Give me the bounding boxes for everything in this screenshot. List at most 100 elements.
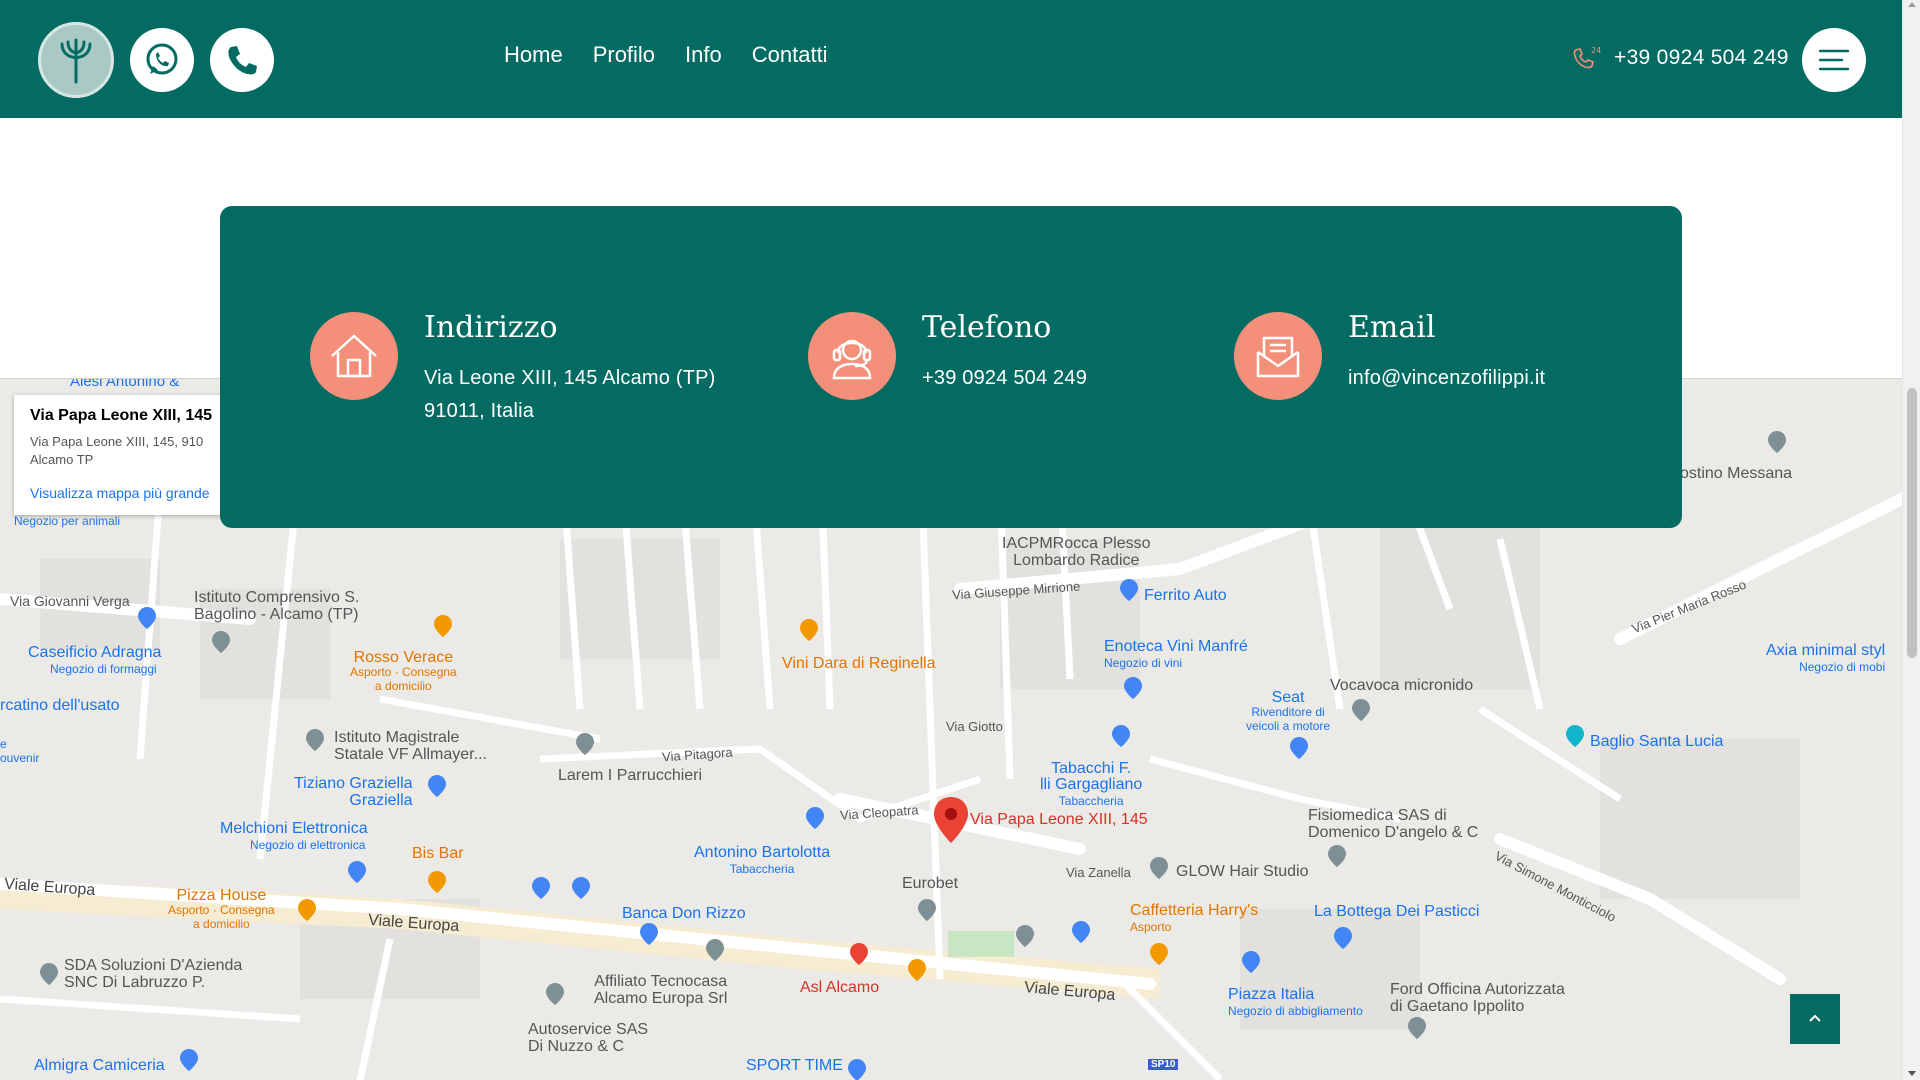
map-pin-icon[interactable] (434, 615, 452, 637)
map-pin-icon[interactable] (1072, 921, 1090, 943)
map-pin-icon[interactable] (640, 923, 658, 945)
map-label[interactable]: Piazza Italia Negozio di abbigliamento (1228, 987, 1363, 1019)
map-pin-icon[interactable] (298, 899, 316, 921)
map-label[interactable]: Ford Officina Autorizzata di Gaetano Ippo… (1390, 981, 1565, 1015)
map-pin-icon[interactable] (1334, 927, 1352, 949)
map-label[interactable]: rcatino dell'usato (0, 697, 120, 715)
scrollbar-thumb[interactable] (1907, 388, 1917, 658)
map-pin-icon[interactable] (180, 1049, 198, 1071)
map-label[interactable]: Baglio Santa Lucia (1590, 733, 1723, 751)
map-label[interactable]: Melchioni Elettronica Negozio di elettron… (220, 821, 368, 853)
map-label[interactable]: GLOW Hair Studio (1176, 863, 1308, 881)
map-label[interactable]: e ouvenir (0, 737, 39, 765)
map-pin-icon[interactable] (532, 877, 550, 899)
map-pin-icon[interactable] (1408, 1017, 1426, 1039)
map-label[interactable]: Enoteca Vini Manfré Negozio di vini (1104, 639, 1248, 671)
page-scrollbar[interactable] (1902, 0, 1920, 1080)
map-label[interactable]: Negozio per animali (14, 514, 120, 528)
map-pin-icon[interactable] (348, 861, 366, 883)
map-pin-icon[interactable] (1016, 925, 1034, 947)
map-label[interactable]: Caseificio Adragna Negozio di formaggi (28, 645, 161, 677)
map-label[interactable]: Ferrito Auto (1144, 587, 1227, 605)
map-pin-icon[interactable] (908, 959, 926, 981)
map-pin-icon[interactable] (1120, 579, 1138, 601)
map-pin-icon[interactable] (1124, 677, 1142, 699)
map-label[interactable]: Eurobet (902, 875, 958, 893)
map-label[interactable]: Larem I Parrucchieri (558, 767, 702, 785)
nav-contatti[interactable]: Contatti (752, 42, 828, 68)
map-label[interactable]: ostino Messana (1680, 465, 1792, 483)
map-pin-icon[interactable] (1768, 431, 1786, 453)
map-label[interactable]: SPORT TIME (746, 1057, 843, 1075)
map-pin-icon[interactable] (1150, 943, 1168, 965)
map-pin-icon[interactable] (1290, 737, 1308, 759)
map-pin-icon[interactable] (40, 963, 58, 985)
map-label[interactable]: Seat Rivenditore di veicoli a motore (1246, 690, 1330, 734)
nav-profilo[interactable]: Profilo (593, 42, 655, 68)
trident-logo-icon[interactable] (38, 22, 114, 98)
phone-icon (228, 46, 257, 75)
address-title: Indirizzo (424, 310, 558, 345)
map-label[interactable]: Rosso Verace Asporto · Consegna a domici… (350, 650, 457, 694)
map-label[interactable]: La Bottega Dei Pasticci (1314, 903, 1479, 921)
location-marker-label[interactable]: Via Papa Leone XIII, 145 (970, 811, 1148, 829)
email-address[interactable]: info@vincenzofilippi.it (1348, 362, 1545, 395)
map-pin-icon[interactable] (546, 983, 564, 1005)
map-pin-icon[interactable] (800, 619, 818, 641)
map-label[interactable]: Pizza House Asporto · Consegna a domicil… (168, 888, 275, 932)
map-pin-icon[interactable] (572, 877, 590, 899)
nav-info[interactable]: Info (685, 42, 722, 68)
location-marker-icon[interactable] (934, 797, 968, 843)
map-pin-icon[interactable] (1150, 857, 1168, 879)
map-label[interactable]: Vini Dara di Reginella (782, 655, 936, 673)
map-label[interactable]: Banca Don Rizzo (622, 905, 746, 923)
headset-icon (808, 312, 896, 400)
map-label[interactable]: Vocavoca micronido (1330, 677, 1473, 695)
map-pin-icon[interactable] (212, 631, 230, 653)
map-label[interactable]: Alesi Antonino & (70, 379, 179, 390)
map-label[interactable]: Asl Alcamo (800, 979, 879, 997)
map-pin-icon[interactable] (306, 729, 324, 751)
map-label[interactable]: Bis Bar (412, 845, 464, 863)
map-label[interactable]: Tabacchi F. lli Gargagliano Tabaccheria (1040, 761, 1142, 809)
map-pin-icon[interactable] (1112, 725, 1130, 747)
map-pin-icon[interactable] (1566, 725, 1584, 747)
map-pin-icon[interactable] (706, 939, 724, 961)
map-pin-icon[interactable] (918, 899, 936, 921)
map-label[interactable]: Tiziano Graziella Graziella (294, 775, 413, 809)
map-label[interactable]: Caffetteria Harry's Asporto (1130, 903, 1258, 935)
whatsapp-button[interactable] (130, 28, 194, 92)
call-button[interactable] (210, 28, 274, 92)
map-label[interactable]: Almigra Camiceria (34, 1057, 165, 1075)
view-larger-map-link[interactable]: Visualizza mappa più grande (30, 485, 238, 501)
map-label[interactable]: SDA Soluzioni D'Azienda SNC Di Labruzzo P… (64, 957, 242, 991)
scroll-to-top-button[interactable] (1790, 994, 1840, 1044)
map-pin-icon[interactable] (428, 871, 446, 893)
map-pin-icon[interactable] (1352, 699, 1370, 721)
map-label[interactable]: Fisiomedica SAS di Domenico D'angelo & C (1308, 807, 1478, 841)
map-label[interactable]: Autoservice SAS Di Nuzzo & C (528, 1021, 648, 1055)
phone-number[interactable]: +39 0924 504 249 (922, 362, 1087, 395)
map-pin-icon[interactable] (1242, 951, 1260, 973)
map-label[interactable]: Axia minimal styl Negozio di mobi (1766, 643, 1885, 675)
scroll-up-arrow-icon[interactable] (1908, 2, 1916, 7)
map-label[interactable]: Istituto Magistrale Statale VF Allmayer..… (334, 729, 487, 763)
map-label[interactable]: Istituto Comprensivo S. Bagolino - Alcamo… (194, 589, 359, 623)
map-label[interactable]: IACPMRocca Plesso Lombardo Radice (1002, 535, 1151, 569)
map-pin-icon[interactable] (428, 775, 446, 797)
map-label[interactable]: Antonino Bartolotta Tabaccheria (694, 845, 830, 877)
map-pin-icon[interactable] (576, 733, 594, 755)
map-pin-icon[interactable] (138, 607, 156, 629)
map-pin-icon[interactable] (848, 1059, 866, 1080)
map-pin-icon[interactable] (850, 943, 868, 965)
nav-home[interactable]: Home (504, 42, 563, 68)
map-pin-icon[interactable] (806, 807, 824, 829)
header-phone-number: +39 0924 504 249 (1614, 46, 1789, 69)
chevron-up-icon (1809, 1014, 1821, 1022)
header-phone[interactable]: 24 +39 0924 504 249 (1572, 44, 1789, 72)
map-label[interactable]: Affiliato Tecnocasa Alcamo Europa Srl (594, 973, 727, 1007)
envelope-icon (1234, 312, 1322, 400)
scroll-down-arrow-icon[interactable] (1908, 1071, 1916, 1076)
menu-button[interactable] (1802, 28, 1866, 92)
map-pin-icon[interactable] (1328, 845, 1346, 867)
